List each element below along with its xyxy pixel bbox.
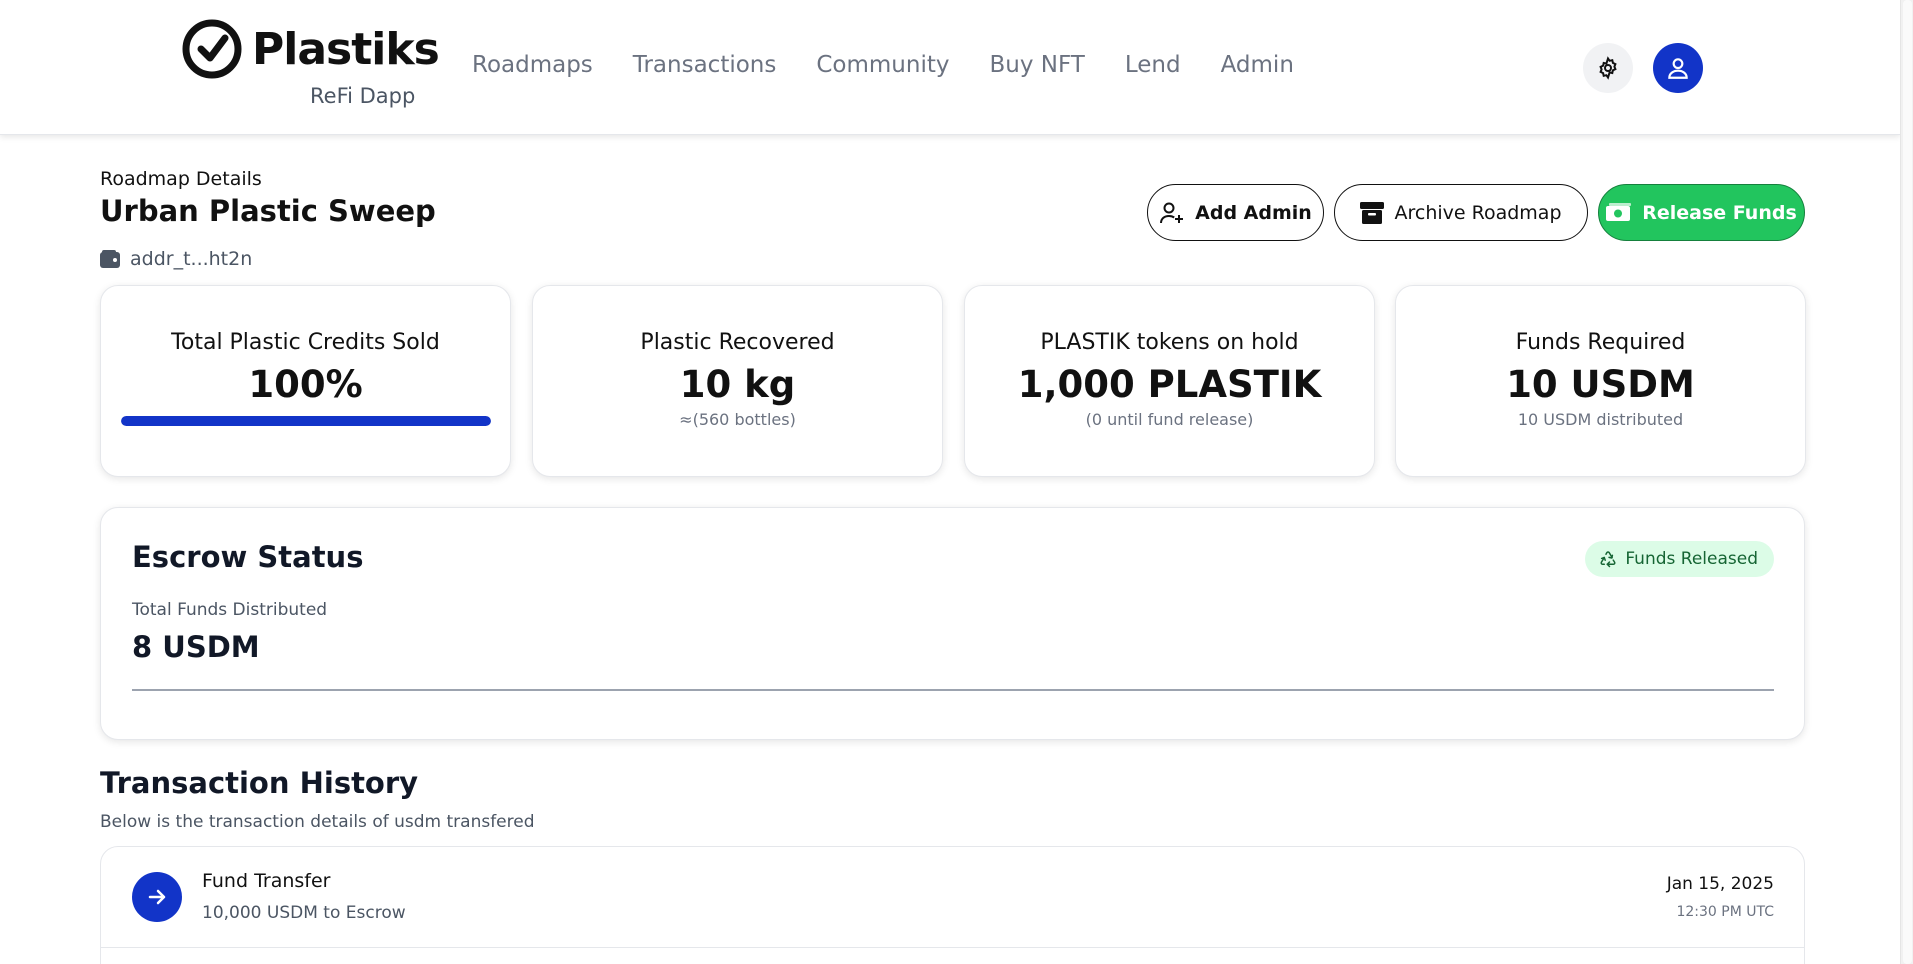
page-title: Urban Plastic Sweep: [100, 194, 436, 228]
escrow-funds-value: 8 USDM: [132, 630, 260, 664]
recycle-icon: [1600, 551, 1616, 568]
stat-sub: (0 until fund release): [1085, 410, 1254, 429]
archive-roadmap-button[interactable]: Archive Roadmap: [1334, 184, 1588, 241]
main-nav: Roadmaps Transactions Community Buy NFT …: [472, 52, 1294, 78]
user-icon: [1668, 58, 1688, 79]
stat-label: PLASTIK tokens on hold: [1040, 330, 1299, 355]
gear-icon: [1599, 56, 1617, 80]
logo-text: Plastiks: [252, 23, 440, 75]
transaction-name: Fund Transfer: [202, 870, 331, 892]
transaction-history-title: Transaction History: [100, 766, 419, 800]
money-icon: [1606, 202, 1632, 221]
status-badge: Funds Released: [1585, 541, 1774, 577]
nav-lend[interactable]: Lend: [1125, 52, 1181, 78]
profile-button[interactable]: [1653, 43, 1703, 93]
escrow-divider: [132, 689, 1774, 691]
breadcrumb: Roadmap Details: [100, 168, 262, 190]
user-plus-icon: [1160, 202, 1184, 223]
nav-community[interactable]: Community: [816, 52, 949, 78]
escrow-funds-label: Total Funds Distributed: [132, 600, 328, 620]
stat-card-credits-sold: Total Plastic Credits Sold 100%: [100, 285, 511, 477]
stat-value: 1,000 PLASTIK: [1017, 363, 1322, 406]
transaction-history-subtitle: Below is the transaction details of usdm…: [100, 812, 535, 832]
add-admin-button[interactable]: Add Admin: [1147, 184, 1324, 241]
release-funds-button[interactable]: Release Funds: [1598, 184, 1805, 241]
stat-sub: 10 USDM distributed: [1517, 410, 1684, 429]
nav-admin[interactable]: Admin: [1221, 52, 1294, 78]
stat-value: 10 kg: [679, 363, 796, 406]
nav-transactions[interactable]: Transactions: [633, 52, 777, 78]
stat-label: Funds Required: [1515, 330, 1686, 355]
add-admin-label: Add Admin: [1195, 201, 1312, 224]
stat-value: 100%: [248, 363, 363, 406]
arrow-right-icon: [132, 872, 182, 922]
page-scrollbar[interactable]: [1900, 0, 1913, 964]
transaction-row[interactable]: Fund Transfer 10,000 USDM to Escrow Jan …: [101, 847, 1804, 948]
nav-buy-nft[interactable]: Buy NFT: [989, 52, 1084, 78]
transaction-time: 12:30 PM UTC: [1676, 904, 1774, 920]
wallet-address-text: addr_t...ht2n: [130, 248, 253, 270]
stat-value: 10 USDM: [1506, 363, 1695, 406]
archive-box-icon: [1360, 201, 1385, 224]
stat-card-plastic-recovered: Plastic Recovered 10 kg ≈(560 bottles): [532, 285, 943, 477]
logo-subtitle: ReFi Dapp: [310, 84, 416, 108]
stat-label: Plastic Recovered: [640, 330, 835, 355]
nav-roadmaps[interactable]: Roadmaps: [472, 52, 593, 78]
settings-button[interactable]: [1583, 43, 1633, 93]
stat-sub: ≈(560 bottles): [679, 410, 796, 429]
stat-card-tokens-on-hold: PLASTIK tokens on hold 1,000 PLASTIK (0 …: [964, 285, 1375, 477]
escrow-title: Escrow Status: [132, 540, 364, 574]
credits-progress-fill: [120, 416, 491, 426]
release-funds-label: Release Funds: [1642, 201, 1797, 224]
top-header: Plastiks ReFi Dapp Roadmaps Transactions…: [0, 0, 1900, 135]
transaction-list: Fund Transfer 10,000 USDM to Escrow Jan …: [100, 846, 1805, 964]
plastiks-logo-icon: [182, 19, 242, 79]
status-badge-label: Funds Released: [1625, 549, 1758, 569]
transaction-date: Jan 15, 2025: [1666, 874, 1774, 894]
stat-label: Total Plastic Credits Sold: [171, 330, 440, 355]
wallet-icon: [100, 250, 120, 268]
scrollbar-thumb[interactable]: [1903, 0, 1912, 964]
escrow-status-panel: Escrow Status Funds Released Total Funds…: [100, 507, 1805, 740]
stat-card-funds-required: Funds Required 10 USDM 10 USDM distribut…: [1395, 285, 1806, 477]
logo[interactable]: Plastiks: [181, 18, 440, 80]
credits-progress-bar: [120, 416, 491, 426]
wallet-address[interactable]: addr_t...ht2n: [100, 248, 252, 270]
transaction-description: 10,000 USDM to Escrow: [202, 903, 406, 923]
archive-roadmap-label: Archive Roadmap: [1394, 201, 1562, 224]
